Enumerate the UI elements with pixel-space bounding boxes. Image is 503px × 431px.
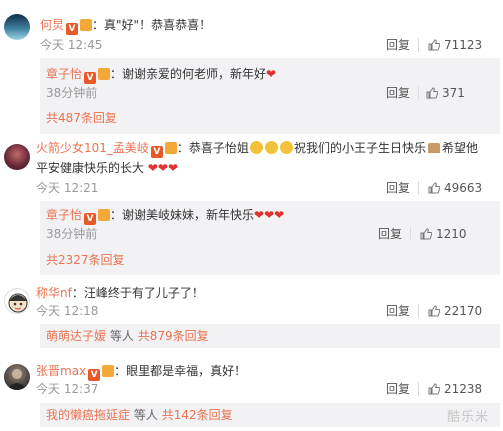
like-button[interactable]: 21238 [428, 381, 482, 397]
comment-time: 今天 12:37 [36, 382, 99, 396]
like-button[interactable]: 371 [426, 85, 465, 101]
comment-username[interactable]: 章子怡 [46, 67, 82, 81]
reply-button[interactable]: 回复 [386, 180, 410, 196]
crown-icon [98, 68, 111, 80]
sub-reply-box: 章子怡 V ：谢谢美岐妹妹，新年快乐❤❤❤ 38分钟前 回复 1210 共2327条… [40, 201, 500, 275]
like-button[interactable]: 71123 [428, 37, 482, 53]
more-replies-link[interactable]: 萌萌达子嫒 等人 共879条回复 [46, 328, 209, 344]
like-thumb-icon [428, 182, 440, 194]
comment-colon: ： [176, 141, 189, 155]
like-thumb-icon [428, 383, 440, 395]
comment-text: 眼里都是幸福，真好！ [126, 364, 247, 378]
heart-emoji: ❤❤❤ [147, 161, 179, 175]
avatar[interactable] [4, 144, 30, 170]
reply-button[interactable]: 回复 [386, 303, 410, 319]
watermark: 酷乐米 [446, 410, 489, 425]
more-replies-link[interactable]: 共487条回复 [46, 110, 117, 126]
more-replies-count[interactable]: 共879条回复 [138, 329, 209, 343]
comment-text: 谢谢美岐妹妹，新年快乐 [122, 208, 255, 222]
more-replies-link[interactable]: 我的懒癌拖延症 等人 共142条回复 [46, 407, 233, 423]
reply-button[interactable]: 回复 [386, 37, 410, 53]
sub-reply-box: 章子怡 V ：谢谢亲爱的何老师，新年好❤ 38分钟前 回复 371 共487条回复 [40, 58, 500, 134]
like-count: 371 [442, 86, 465, 100]
verified-v-icon: V [66, 23, 79, 35]
emoji-icon [264, 141, 278, 154]
verified-v-icon: V [88, 369, 101, 381]
comment-username[interactable]: 称华nf [36, 286, 72, 300]
crown-icon [102, 365, 115, 377]
divider [418, 181, 419, 195]
comment-colon: ： [110, 67, 123, 81]
more-replies-mid: 等人 [133, 408, 158, 422]
crown-icon [80, 19, 93, 31]
verified-v-icon: V [84, 213, 97, 225]
verified-v-icon: V [150, 146, 163, 158]
reply-button[interactable]: 回复 [386, 85, 410, 101]
avatar[interactable] [4, 14, 30, 40]
comment-time: 今天 12:18 [36, 304, 99, 318]
divider [418, 38, 419, 52]
divider [418, 86, 419, 100]
heart-emoji: ❤ [266, 67, 277, 81]
avatar[interactable] [4, 364, 30, 390]
like-button[interactable]: 49663 [428, 180, 482, 196]
like-button[interactable]: 1210 [420, 226, 467, 242]
sub-reply-box: 萌萌达子嫒 等人 共879条回复 [40, 324, 500, 348]
comment-text: 恭喜子怡姐 [188, 141, 249, 155]
like-thumb-icon [428, 39, 440, 51]
divider [418, 304, 419, 318]
comment-text: 希望他 [441, 141, 478, 155]
more-replies-link[interactable]: 共2327条回复 [46, 252, 125, 268]
comment-username[interactable]: 何炅 [40, 18, 64, 32]
like-thumb-icon [426, 87, 438, 99]
like-count: 49663 [444, 181, 483, 195]
reply-button[interactable]: 回复 [378, 226, 402, 242]
reply-username[interactable]: 萌萌达子嫒 [46, 329, 106, 343]
like-thumb-icon [420, 228, 432, 240]
comment-colon: ： [110, 208, 123, 222]
comment-time: 38分钟前 [46, 227, 98, 241]
divider [418, 382, 419, 396]
emoji-icon [249, 141, 263, 154]
sub-reply-box: 我的懒癌拖延症 等人 共142条回复 [40, 403, 500, 427]
comment-colon: ： [92, 18, 105, 32]
emoji-icon [279, 141, 293, 154]
like-thumb-icon [428, 305, 440, 317]
like-count: 71123 [444, 38, 483, 52]
comment-colon: ： [114, 364, 127, 378]
more-replies-count[interactable]: 共142条回复 [162, 408, 233, 422]
heart-emoji: ❤❤❤ [254, 208, 285, 222]
comment-text: 汪峰终于有了儿子了！ [83, 286, 204, 300]
comment-username[interactable]: 火箭少女101_孟美岐 [36, 141, 149, 155]
cake-icon [427, 143, 440, 153]
like-count: 22170 [444, 304, 483, 318]
comment-text: 祝我们的小王子生日快乐 [293, 141, 426, 155]
crown-icon [164, 142, 177, 154]
comment-time: 今天 12:45 [40, 38, 103, 52]
comment-username[interactable]: 张晋max [36, 364, 86, 378]
comment-time: 今天 12:21 [36, 181, 99, 195]
comment-text: 真"好"！恭喜恭喜！ [104, 18, 212, 32]
reply-button[interactable]: 回复 [386, 381, 410, 397]
like-count: 1210 [436, 227, 467, 241]
divider [410, 227, 411, 241]
avatar[interactable] [4, 288, 30, 314]
comment-time: 38分钟前 [46, 86, 98, 100]
like-button[interactable]: 22170 [428, 303, 482, 319]
comment-username[interactable]: 章子怡 [46, 208, 82, 222]
like-count: 21238 [444, 382, 483, 396]
verified-v-icon: V [84, 72, 97, 84]
comment-text: 谢谢亲爱的何老师，新年好 [122, 67, 267, 81]
comment-colon: ： [71, 286, 84, 300]
reply-username[interactable]: 我的懒癌拖延症 [46, 408, 130, 422]
comment-text: 平安健康快乐的长大 [36, 161, 145, 175]
crown-icon [98, 209, 111, 221]
more-replies-mid: 等人 [109, 329, 134, 343]
